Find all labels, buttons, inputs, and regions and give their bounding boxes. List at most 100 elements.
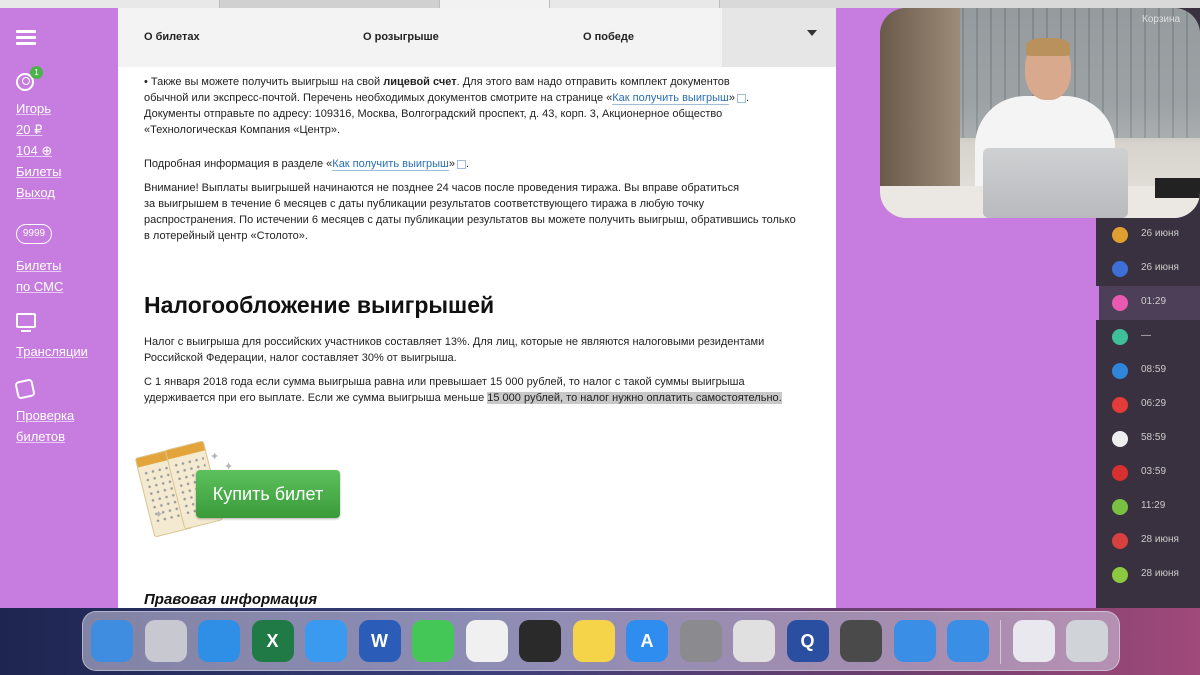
tab-about-draw[interactable]: О розыгрыше [363, 31, 439, 43]
external-link-icon [457, 159, 467, 169]
draw-row[interactable]: 26 июня [1096, 218, 1200, 252]
selected-text[interactable]: 15 000 рублей, то налог нужно оплатить с… [487, 392, 782, 404]
broadcasts-link[interactable]: Трансляции [16, 341, 88, 362]
lottery-zodiac-icon [1112, 329, 1128, 345]
browser-tab-strip[interactable] [0, 0, 1200, 8]
draw-time: 58:59 [1141, 432, 1167, 443]
tab-about-win[interactable]: О победе [583, 31, 634, 43]
sms-tickets-link[interactable]: Билеты по СМС [16, 255, 63, 297]
laptop-image [983, 148, 1128, 218]
browser-tab[interactable] [550, 0, 720, 8]
lottery-housing-icon [1112, 533, 1128, 549]
draw-row[interactable]: 11:29 [1096, 490, 1200, 524]
content-top-nav: О билетах О розыгрыше О победе [118, 8, 836, 67]
calculator-icon[interactable] [840, 620, 882, 662]
tab-about-tickets[interactable]: О билетах [144, 31, 200, 43]
bonus-globe-icon: ⊕ [41, 143, 53, 158]
paragraph-payout-warning: Внимание! Выплаты выигрышей начинаются н… [144, 182, 796, 242]
lottery-6-45-icon [1112, 227, 1128, 243]
tickets-link[interactable]: Билеты [16, 161, 61, 182]
lottery-gosloto-icon [1112, 261, 1128, 277]
draw-time: 28 июня [1141, 534, 1179, 545]
draw-time: 28 июня [1141, 568, 1179, 579]
how-to-get-win-link[interactable]: Как получить выигрыш [612, 92, 729, 105]
user-name-link[interactable]: Игорь [16, 98, 51, 119]
lottery-bingo-icon [1112, 567, 1128, 583]
draw-row[interactable]: 01:29 [1096, 286, 1200, 320]
launchpad-icon[interactable] [144, 620, 187, 662]
paragraph-tax-rate: Налог с выигрыша для российских участник… [144, 336, 765, 364]
draw-time: 26 июня [1141, 228, 1179, 239]
star-icon: ✦ [210, 451, 220, 463]
system-preferences-icon[interactable] [679, 620, 722, 662]
lottery-rapido-icon [1112, 397, 1128, 413]
browser-tab-active[interactable] [440, 0, 550, 8]
dropdown-arrow-icon [807, 30, 817, 36]
xcode-icon[interactable] [893, 620, 936, 662]
paragraph-personal-account: • Также вы можете получить выигрыш на св… [144, 76, 750, 136]
star-icon: ✦ [154, 509, 164, 521]
excel-icon[interactable]: X [251, 620, 294, 662]
macos-dock: XWAQ [82, 611, 1120, 671]
draw-time: 03:59 [1141, 466, 1167, 477]
draw-time: 11:29 [1141, 500, 1166, 511]
nav-dropdown-toggle[interactable] [722, 8, 836, 67]
document-preview-icon[interactable] [1012, 620, 1055, 662]
hamburger-menu-icon[interactable] [16, 30, 36, 46]
buy-ticket-promo: ✦ ✦ ✦ Купить билет [134, 440, 344, 538]
draw-row[interactable]: 28 июня [1096, 558, 1200, 592]
cart-link[interactable]: Корзина [1142, 14, 1180, 25]
check-tickets-link[interactable]: Проверка билетов [16, 405, 74, 447]
safari-icon[interactable] [198, 620, 240, 662]
notification-badge: 1 [30, 66, 43, 79]
lottery-top3-icon [1112, 431, 1128, 447]
notes-icon[interactable] [572, 620, 615, 662]
lottery-4-20-icon [1112, 295, 1128, 311]
quicktime-icon[interactable]: Q [786, 620, 829, 662]
draw-time: 08:59 [1141, 364, 1167, 375]
buy-ticket-button[interactable]: Купить билет [196, 470, 340, 518]
legal-info-heading: Правовая информация [144, 591, 318, 608]
draw-time: 06:29 [1141, 398, 1167, 409]
messages-icon[interactable] [412, 620, 454, 662]
draw-time: 26 июня [1141, 262, 1179, 273]
sms-icon: 9999 [16, 224, 52, 244]
draw-row[interactable]: — [1096, 320, 1200, 354]
draw-row[interactable]: 26 июня [1096, 252, 1200, 286]
word-icon[interactable]: W [358, 620, 401, 662]
chrome-icon[interactable] [733, 620, 775, 662]
ticket-check-icon [14, 378, 36, 400]
lottery-5-36-icon [1112, 465, 1128, 481]
photos-icon[interactable] [465, 620, 508, 662]
final-cut-icon[interactable] [519, 620, 561, 662]
app-store-icon[interactable]: A [626, 620, 668, 662]
balance-link[interactable]: 20 ₽ [16, 119, 42, 140]
tax-heading: Налогообложение выигрышей [144, 292, 495, 318]
xcode-2-icon[interactable] [947, 620, 989, 662]
webcam-overlay [880, 8, 1200, 218]
browser-window: 1 Игорь 20 ₽ 104 ⊕ Билеты Выход 9999 Бил… [0, 0, 1200, 608]
dock-separator [1000, 620, 1001, 664]
draw-row[interactable]: 08:59 [1096, 354, 1200, 388]
tv-icon [16, 313, 36, 332]
draw-row[interactable]: 03:59 [1096, 456, 1200, 490]
mail-icon[interactable] [305, 620, 347, 662]
trash-icon[interactable] [1066, 620, 1108, 662]
finder-icon[interactable] [91, 620, 133, 662]
paragraph-tax-2018: С 1 января 2018 года если сумма выигрыша… [144, 376, 782, 404]
draw-time: — [1141, 330, 1151, 341]
draw-time: 01:29 [1141, 296, 1167, 307]
logout-link[interactable]: Выход [16, 182, 55, 203]
draw-row[interactable]: 28 июня [1096, 524, 1200, 558]
draw-row[interactable]: 58:59 [1096, 422, 1200, 456]
browser-tab[interactable] [0, 0, 220, 8]
external-link-icon [736, 93, 746, 103]
draw-row[interactable]: 06:29 [1096, 388, 1200, 422]
browser-tab[interactable] [220, 0, 440, 8]
lottery-12-24-icon [1112, 363, 1128, 379]
lottery-keno-icon [1112, 499, 1128, 515]
how-to-get-win-link-2[interactable]: Как получить выигрыш [332, 158, 449, 171]
main-content: О билетах О розыгрыше О победе • Также в… [118, 8, 836, 608]
paragraph-details: Подробная информация в разделе «Как полу… [144, 158, 470, 171]
bonus-link[interactable]: 104 ⊕ [16, 140, 52, 161]
